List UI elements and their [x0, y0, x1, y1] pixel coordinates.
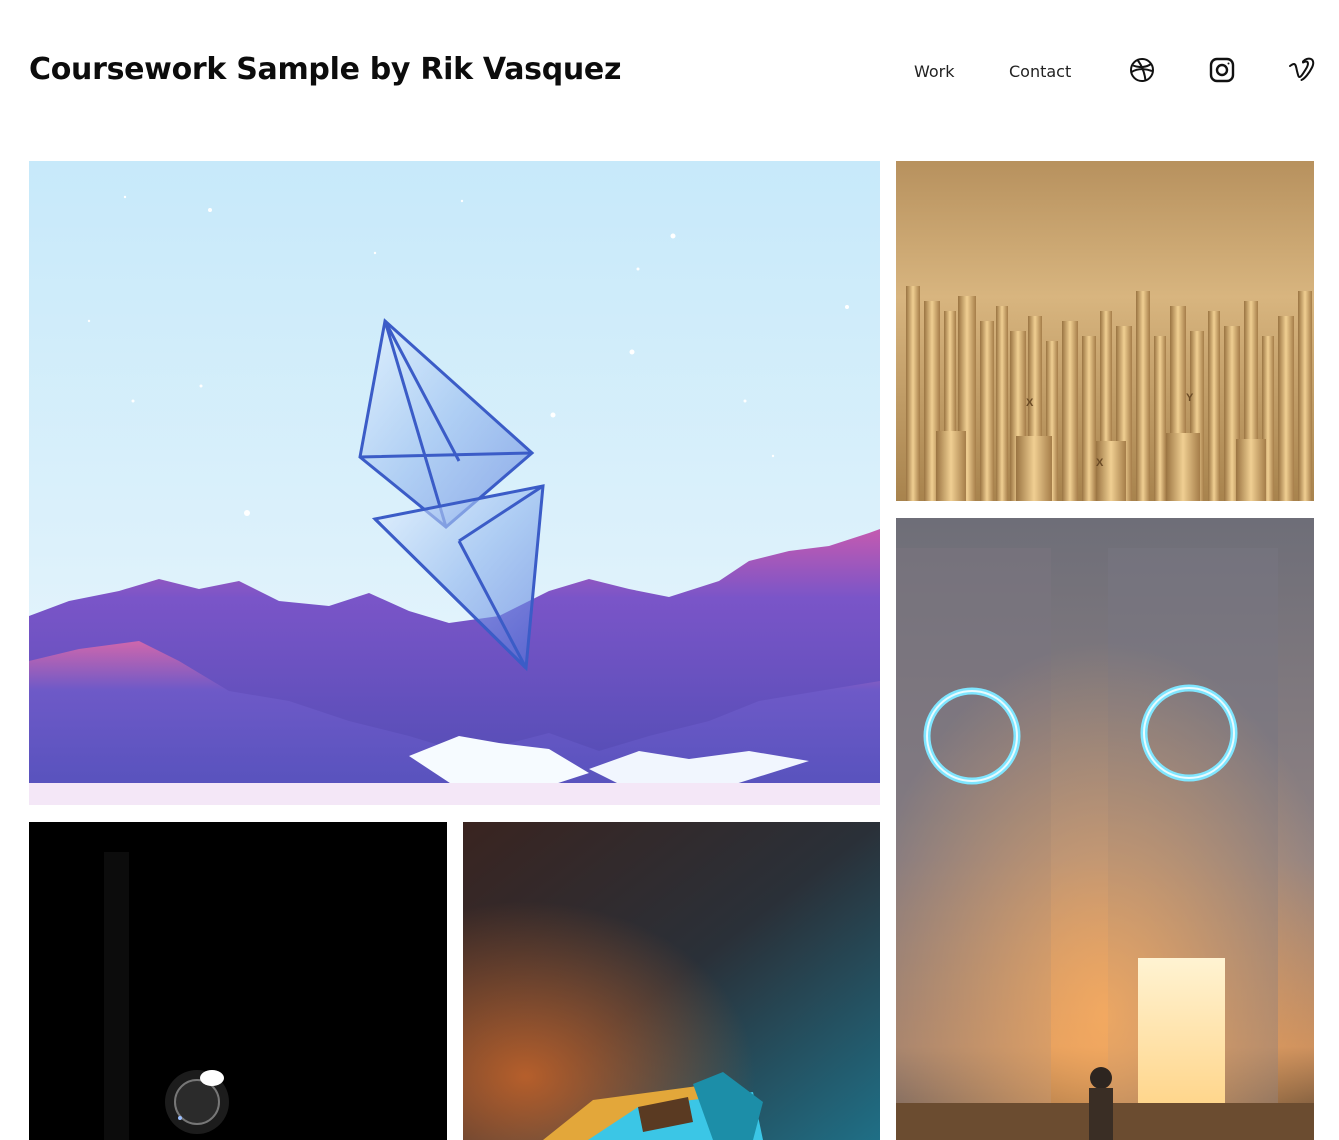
- nav-link-contact[interactable]: Contact: [1009, 62, 1071, 81]
- crystal-mountains-image: [29, 161, 880, 805]
- dribbble-icon[interactable]: [1128, 56, 1156, 84]
- gallery-tile-neon-doorway[interactable]: [896, 518, 1314, 1140]
- astronaut-dark-image: [29, 822, 447, 1140]
- gallery-tile-golden-cylinders[interactable]: X X Y: [896, 161, 1314, 501]
- svg-text:X: X: [1026, 397, 1034, 409]
- neon-doorway-image: [896, 518, 1314, 1140]
- nav-link-work[interactable]: Work: [914, 62, 955, 81]
- vimeo-icon[interactable]: [1288, 56, 1316, 84]
- gallery-tile-teal-blocks[interactable]: [463, 822, 880, 1140]
- instagram-icon[interactable]: [1208, 56, 1236, 84]
- svg-text:X: X: [1096, 457, 1104, 469]
- site-header: Coursework Sample by Rik Vasquez Work Co…: [0, 0, 1339, 140]
- gallery-tile-astronaut-dark[interactable]: [29, 822, 447, 1140]
- teal-blocks-image: [463, 822, 880, 1140]
- golden-cylinders-image: X X Y: [896, 161, 1314, 501]
- svg-text:Y: Y: [1186, 392, 1194, 404]
- gallery-tile-crystal-mountains[interactable]: [29, 161, 880, 805]
